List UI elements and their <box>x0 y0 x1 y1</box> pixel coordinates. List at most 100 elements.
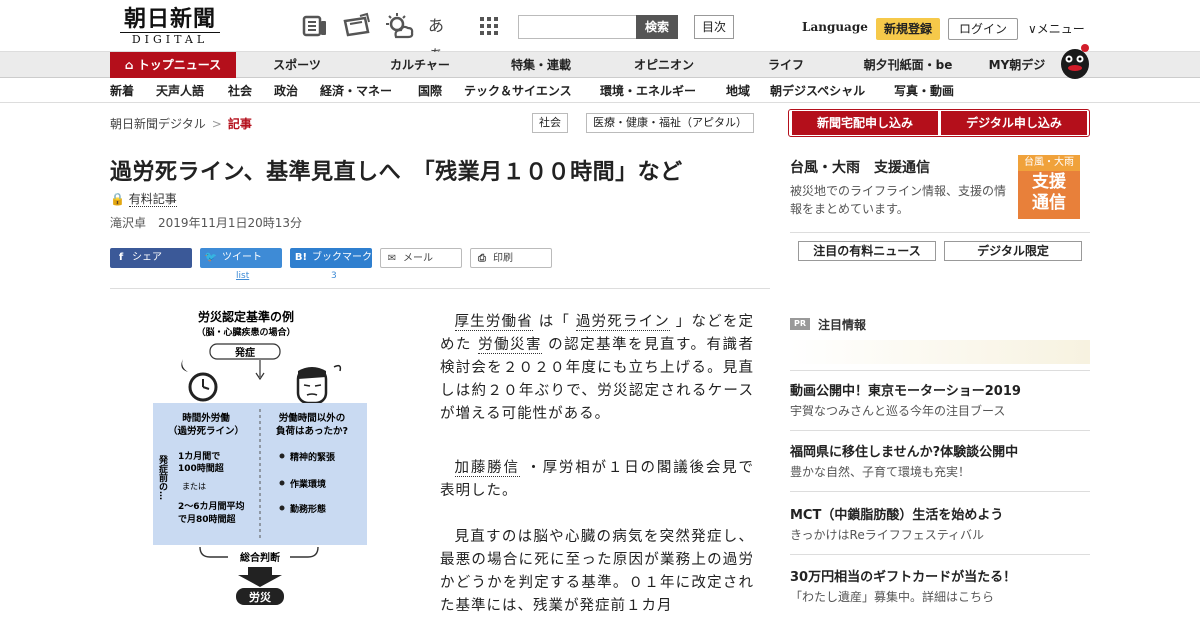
divider <box>790 491 1090 492</box>
newspaper-icon[interactable] <box>300 12 330 40</box>
search-button[interactable]: 検索 <box>636 15 678 39</box>
chevron-down-icon: ∨ <box>1028 22 1037 36</box>
facebook-share-button[interactable]: f シェア <box>110 248 192 268</box>
promo-sub-4[interactable]: 「わたし遺産」募集中。詳細はこちら <box>790 588 994 605</box>
article-diagram: 労災認定基準の例 （脳・心臓疾患の場合） 発症 時間外労働 （過労死ライン） 発… <box>150 305 372 610</box>
mail-button[interactable]: ✉ メール <box>380 248 462 268</box>
tag-society[interactable]: 社会 <box>532 113 568 133</box>
svg-text:勤務形態: 勤務形態 <box>290 503 326 515</box>
nav-sports[interactable]: スポーツ <box>262 52 332 78</box>
breadcrumb-home[interactable]: 朝日新聞デジタル <box>110 117 206 131</box>
login-button[interactable]: ログイン <box>948 18 1018 40</box>
home-icon: ⌂ <box>124 58 138 72</box>
left-head-1: 時間外労働 <box>182 412 230 424</box>
mascot-icon <box>1058 42 1092 80</box>
paid-news-button[interactable]: 注目の有料ニュース <box>798 241 936 261</box>
font-size-icon[interactable]: あぁ <box>428 12 458 63</box>
nav2-region[interactable]: 地域 <box>726 79 750 103</box>
hatena-icon: B! <box>294 252 308 263</box>
author: 滝沢卓 <box>110 216 147 230</box>
print-label: 印刷 <box>493 253 513 264</box>
nav2-tensei[interactable]: 天声人語 <box>156 79 204 103</box>
breadcrumb: 朝日新聞デジタル > 記事 <box>110 115 252 132</box>
diagram-onset: 発症 <box>234 346 255 359</box>
divider <box>790 554 1090 555</box>
nav2-tech[interactable]: テック＆サイエンス <box>464 79 572 103</box>
breadcrumb-current: 記事 <box>227 117 252 131</box>
pr-section-title: 注目情報 <box>818 318 867 332</box>
promo-sub-3[interactable]: きっかけはReライフフェスティバル <box>790 526 984 543</box>
index-button[interactable]: 目次 <box>694 15 734 39</box>
tag-medical[interactable]: 医療・健康・福祉（アピタル） <box>586 113 754 133</box>
print-icon: ⎙ <box>478 253 486 264</box>
nav-label: トップニュース <box>137 58 222 72</box>
promo-sub-2[interactable]: 豊かな自然、子育て環境も充実！ <box>790 463 970 480</box>
tweet-label: ツイート <box>222 252 262 263</box>
nav-life[interactable]: ライフ <box>758 52 814 78</box>
typhoon-support-badge[interactable]: 台風・大雨 支援 通信 <box>1018 155 1080 219</box>
svg-text:1カ月間で: 1カ月間で <box>178 451 220 462</box>
nav-culture[interactable]: カルチャー <box>380 52 460 78</box>
promo-title-2[interactable]: 福岡県に移住しませんか?体験談公開中 <box>790 441 1018 460</box>
language-link[interactable]: Language <box>802 20 868 34</box>
nav2-economy[interactable]: 経済・マネー <box>320 79 392 103</box>
link-kato[interactable]: 加藤勝信 <box>454 460 520 477</box>
nav2-environment[interactable]: 環境・エネルギー <box>600 79 696 103</box>
nav2-latest[interactable]: 新着 <box>110 79 134 103</box>
nav-my-asadigi[interactable]: MY朝デジ <box>982 52 1052 78</box>
publish-date: 2019年11月1日20時13分 <box>158 216 303 230</box>
svg-text:労働時間以外の: 労働時間以外の <box>279 412 346 424</box>
paid-label: 有料記事 <box>128 192 177 207</box>
register-button[interactable]: 新規登録 <box>876 18 940 40</box>
nav-top-news[interactable]: ⌂ トップニュース <box>110 52 236 78</box>
svg-text:2～6カ月間平均: 2～6カ月間平均 <box>178 500 245 512</box>
promo-sub-1[interactable]: 宇賀なつみさんと巡る今年の注目ブース <box>790 402 1005 419</box>
site-logo[interactable]: 朝日新聞 DIGITAL <box>110 6 230 47</box>
divider <box>790 370 1090 371</box>
search-input[interactable] <box>518 15 638 39</box>
promo-title-3[interactable]: MCT（中鎖脂肪酸）生活を始めよう <box>790 504 1003 523</box>
subscribe-paper-button[interactable]: 新聞宅配申し込み <box>792 111 938 135</box>
menu-button[interactable]: ∨メニュー <box>1028 20 1085 37</box>
ticket-icon[interactable] <box>342 12 372 40</box>
divider <box>790 430 1090 431</box>
secondary-nav: 新着 天声人語 社会 政治 経済・マネー 国際 テック＆サイエンス 環境・エネル… <box>0 79 1200 103</box>
site-header: 朝日新聞 DIGITAL あぁ 検索 目次 Language 新規登録 ログイン… <box>0 0 1200 63</box>
side-label: 発症前の… <box>157 454 169 500</box>
nav-features[interactable]: 特集・連載 <box>498 52 584 78</box>
nav-opinion[interactable]: オピニオン <box>624 52 704 78</box>
logo-sub: DIGITAL <box>120 32 220 47</box>
svg-text:精神的緊張: 精神的緊張 <box>290 451 336 463</box>
bookmark-count[interactable]: 3 <box>331 271 337 281</box>
nav-paper[interactable]: 朝夕刊紙面・be <box>856 52 960 78</box>
tweet-count[interactable]: list <box>236 271 249 281</box>
nav2-world[interactable]: 国際 <box>418 79 442 103</box>
print-button[interactable]: ⎙ 印刷 <box>470 248 552 268</box>
diagram-subtitle: （脳・心臓疾患の場合） <box>196 326 295 338</box>
nav2-photo[interactable]: 写真・動画 <box>894 79 954 103</box>
subscribe-digital-button[interactable]: デジタル申し込み <box>941 111 1087 135</box>
digital-only-button[interactable]: デジタル限定 <box>944 241 1082 261</box>
tweet-button[interactable]: 🐦 ツイート <box>200 248 282 268</box>
divider <box>110 288 770 289</box>
weather-icon[interactable] <box>384 12 414 40</box>
article-paragraph-2: 加藤勝信 ・厚労相が１日の閣議後会見で表明した。 <box>440 457 754 503</box>
facebook-label: シェア <box>132 252 162 263</box>
nav2-society[interactable]: 社会 <box>228 79 252 103</box>
primary-nav: ⌂ トップニュース スポーツ カルチャー 特集・連載 オピニオン ライフ 朝夕刊… <box>0 52 1200 78</box>
feature-title[interactable]: 台風・大雨 支援通信 <box>790 157 930 177</box>
nav2-special[interactable]: 朝デジスペシャル <box>770 79 865 103</box>
link-mhlw[interactable]: 厚生労働省 <box>454 314 533 331</box>
hatena-bookmark-button[interactable]: B! ブックマーク <box>290 248 372 268</box>
promo-title-4[interactable]: 30万円相当のギフトカードが当たる！ <box>790 566 1016 585</box>
nav2-politics[interactable]: 政治 <box>274 79 298 103</box>
twitter-icon: 🐦 <box>204 252 218 263</box>
grid-menu-icon[interactable] <box>474 12 504 40</box>
promo-title-1[interactable]: 動画公開中！東京モーターショー2019 <box>790 380 1021 399</box>
breadcrumb-sep: > <box>211 117 222 131</box>
link-rousai[interactable]: 労働災害 <box>478 337 543 354</box>
clock-icon <box>181 359 218 402</box>
link-karoshi-line[interactable]: 過労死ライン <box>575 314 670 331</box>
diagram-title: 労災認定基準の例 <box>198 309 294 324</box>
left-or: または <box>182 482 206 491</box>
